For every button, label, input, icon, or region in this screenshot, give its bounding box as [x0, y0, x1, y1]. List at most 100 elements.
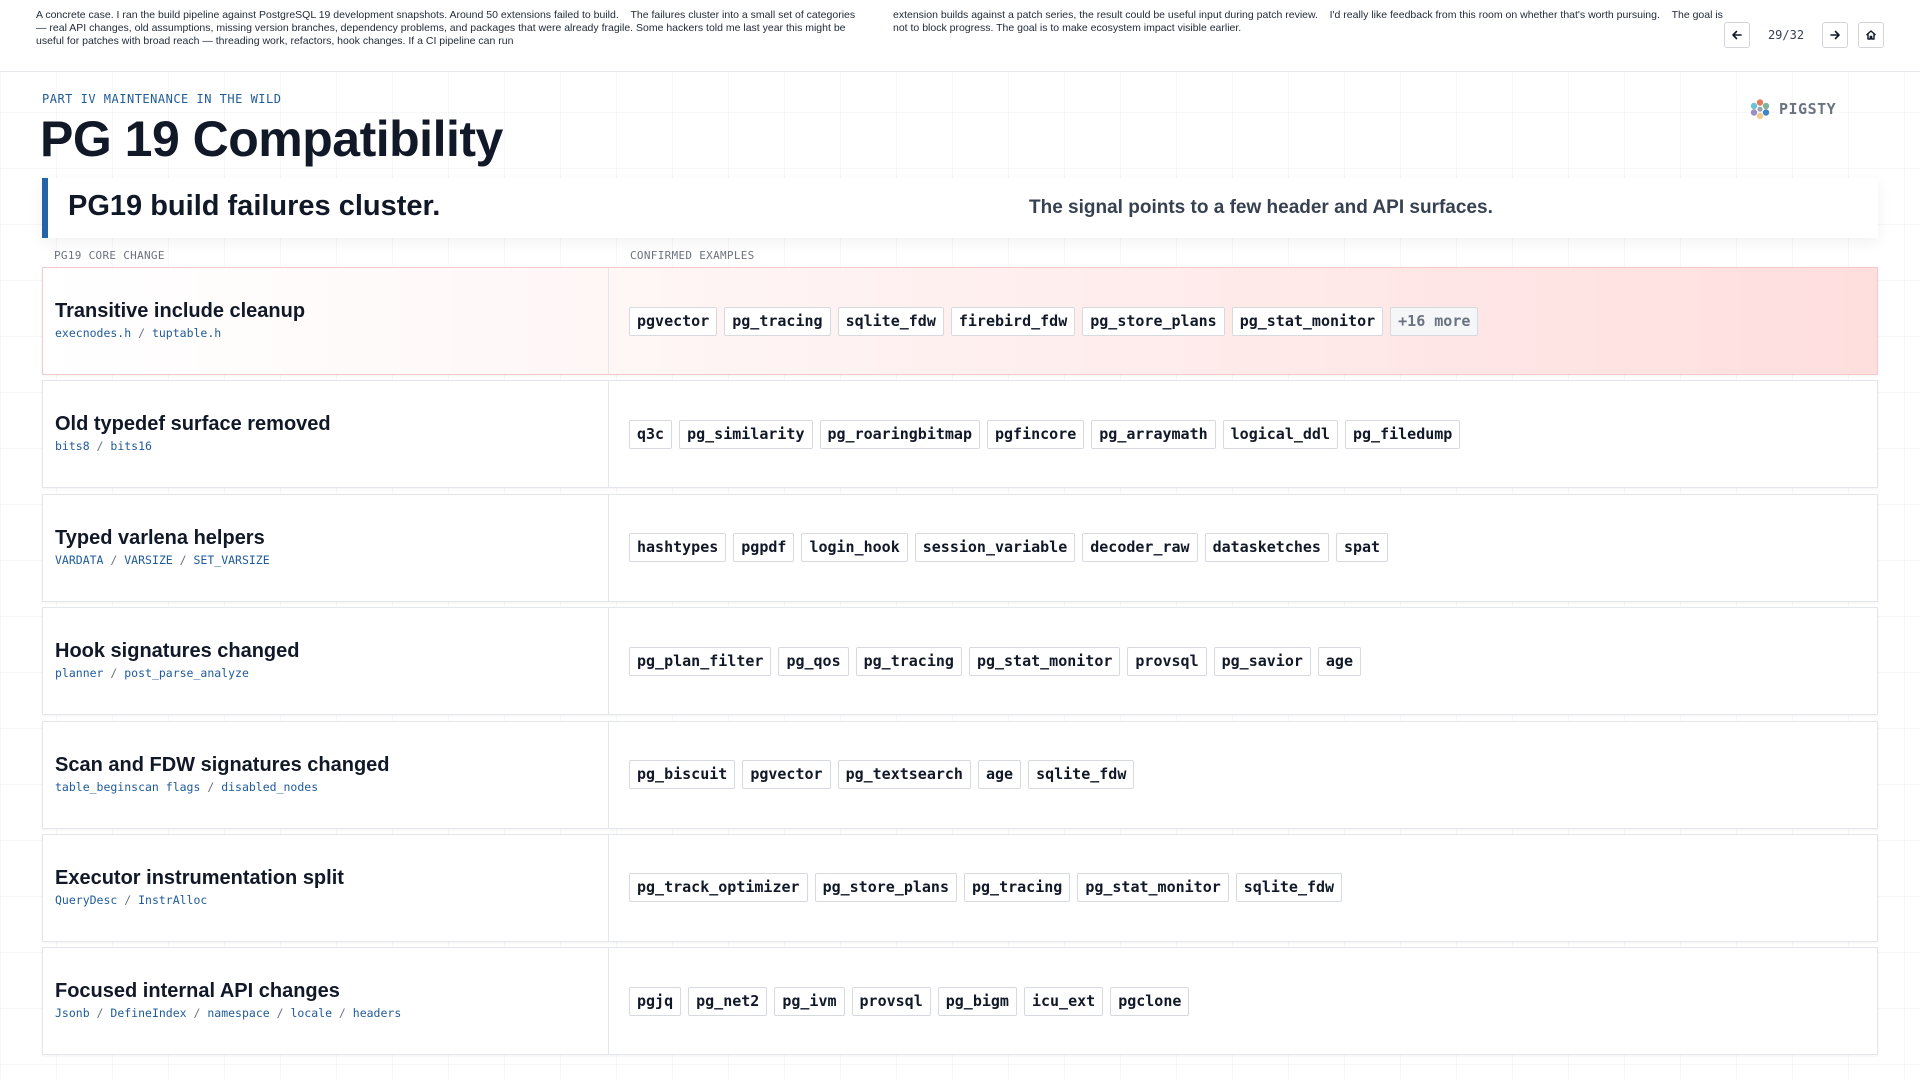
table-row: Hook signatures changed planner / post_pa… — [42, 607, 1878, 716]
prev-slide-button[interactable] — [1724, 22, 1750, 48]
core-change-title: Focused internal API changes — [55, 980, 340, 1003]
extension-chip: sqlite_fdw — [1028, 760, 1135, 790]
home-icon — [1866, 30, 1876, 40]
core-change-symbols: table_beginscan flags / disabled_nodes — [55, 780, 318, 794]
extension-chip: hashtypes — [629, 533, 727, 563]
column-header-core-change: PG19 CORE CHANGE — [54, 249, 165, 262]
symbol-separator: / — [131, 326, 152, 340]
table-row: Focused internal API changes Jsonb / Defi… — [42, 947, 1878, 1056]
extension-chip: sqlite_fdw — [1235, 873, 1343, 903]
extension-chip: pg_track_optimizer — [629, 873, 808, 903]
core-change-symbols: Jsonb / DefineIndex / namespace / locale… — [55, 1006, 401, 1020]
extension-chip: provsql — [1127, 646, 1207, 676]
symbol-separator: / — [186, 1006, 208, 1021]
symbol-name: headers — [352, 1006, 402, 1021]
core-change-title: Transitive include cleanup — [55, 300, 306, 322]
extension-chip: pg_net2 — [688, 986, 768, 1016]
extension-chip: provsql — [851, 986, 931, 1016]
extension-chip: pg_textsearch — [837, 760, 971, 790]
symbol-separator: / — [332, 1006, 353, 1021]
symbol-name: VARSIZE — [124, 552, 173, 567]
extension-chip: pg_ivm — [774, 986, 845, 1016]
extension-chip: pgvector — [629, 306, 718, 336]
symbol-separator: / — [89, 1006, 111, 1021]
examples-cell: hashtypes pgpdf login_hook session_variable… — [629, 495, 1865, 601]
next-slide-button[interactable] — [1822, 22, 1848, 48]
core-change-title: Executor instrumentation split — [55, 866, 344, 889]
core-change-title: Old typedef surface removed — [55, 413, 331, 436]
brand: PIGSTY — [1749, 98, 1836, 120]
extension-chip: pg_stat_monitor — [1231, 306, 1384, 336]
more-extensions-chip[interactable]: +16 more — [1390, 306, 1479, 336]
extension-chip: pgfincore — [987, 419, 1085, 449]
core-change-symbols: execnodes.h / tuptable.h — [55, 326, 221, 340]
examples-cell: pgjq pg_net2 pg_ivm provsql pg_bigm icu_ext pg… — [629, 948, 1865, 1054]
table-row: Typed varlena helpers VARDATA / VARSIZE /… — [42, 493, 1878, 602]
examples-cell: pg_track_optimizer pg_store_plans pg_traci… — [629, 835, 1865, 941]
banner-headline: PG19 build failures cluster. — [68, 190, 441, 222]
extension-chip: session_variable — [914, 533, 1076, 563]
symbol-name: bits16 — [110, 439, 152, 454]
pigsty-logo-icon — [1750, 99, 1770, 120]
symbol-name: tuptable.h — [151, 326, 222, 340]
symbol-name: post_parse_analyze — [124, 666, 249, 681]
core-change-cell: Transitive include cleanup execnodes.h / … — [43, 268, 609, 374]
extension-chip: pgjq — [629, 986, 682, 1016]
table-row: Scan and FDW signatures changed table_beg… — [42, 720, 1878, 829]
symbol-name: namespace — [207, 1006, 270, 1021]
examples-cell: pg_plan_filter pg_qos pg_tracing pg_stat_mo… — [629, 608, 1865, 714]
symbol-name: QueryDesc — [55, 892, 118, 907]
symbol-name: VARDATA — [55, 552, 104, 567]
symbol-name: SET_VARSIZE — [193, 552, 270, 567]
extension-chip: decoder_raw — [1082, 533, 1198, 563]
home-button[interactable] — [1858, 22, 1884, 48]
extension-chip: pg_arraymath — [1091, 419, 1216, 449]
brand-name: PIGSTY — [1779, 100, 1837, 118]
extension-chip: pg_store_plans — [1082, 306, 1225, 336]
banner-subline: The signal points to a few header and AP… — [1029, 197, 1493, 218]
symbol-name: execnodes.h — [55, 326, 132, 340]
symbol-separator: / — [200, 779, 222, 794]
symbol-name: table_beginscan flags — [55, 779, 201, 794]
extension-chip: pgpdf — [733, 533, 795, 563]
symbol-name: DefineIndex — [110, 1006, 187, 1021]
extension-chip: pg_biscuit — [629, 760, 736, 790]
extension-chip: icu_ext — [1023, 986, 1104, 1016]
core-change-title: Scan and FDW signatures changed — [55, 753, 390, 776]
core-change-symbols: planner / post_parse_analyze — [55, 666, 249, 680]
core-change-symbols: VARDATA / VARSIZE / SET_VARSIZE — [55, 553, 270, 567]
section-kicker: PART IV MAINTENANCE IN THE WILD — [42, 92, 282, 106]
table-row: Transitive include cleanup execnodes.h / … — [42, 267, 1878, 375]
symbol-name: disabled_nodes — [221, 779, 319, 794]
core-change-title: Hook signatures changed — [55, 640, 300, 663]
note-paragraph: A concrete case. I ran the build pipelin… — [36, 9, 619, 21]
core-change-cell: Typed varlena helpers VARDATA / VARSIZE /… — [43, 494, 609, 601]
extension-chip: pgclone — [1110, 986, 1190, 1016]
note-paragraph: I'd really like feedback from this room … — [1329, 9, 1660, 21]
symbol-separator: / — [269, 1006, 291, 1021]
extension-chip: sqlite_fdw — [837, 306, 944, 336]
extension-chip: logical_ddl — [1222, 419, 1338, 449]
extension-chip: pgvector — [742, 760, 831, 790]
examples-cell: pg_biscuit pgvector pg_textsearch age sqlite… — [629, 722, 1865, 828]
page-counter: 29/32 — [1767, 28, 1805, 42]
core-change-title: Typed varlena helpers — [55, 526, 265, 549]
extension-chip: pg_store_plans — [814, 873, 957, 903]
examples-cell: q3c pg_similarity pg_roaringbitmap pgfincor… — [629, 381, 1865, 487]
extension-chip: q3c — [629, 419, 673, 449]
table-row: Old typedef surface removed bits8 / bits1… — [42, 380, 1878, 489]
extension-chip: pg_bigm — [937, 986, 1017, 1016]
extension-chip: pg_savior — [1213, 646, 1311, 676]
extension-chip: age — [977, 760, 1022, 790]
notes-right: extension builds against a patch series,… — [893, 9, 1723, 35]
symbol-name: InstrAlloc — [138, 892, 208, 907]
symbol-name: planner — [55, 666, 104, 681]
extension-chip: age — [1317, 646, 1361, 676]
core-change-cell: Scan and FDW signatures changed table_beg… — [43, 721, 609, 828]
presenter-notes-bar: A concrete case. I ran the build pipelin… — [0, 0, 1920, 72]
note-paragraph: extension builds against a patch series,… — [893, 9, 1318, 21]
arrow-left-icon — [1732, 30, 1742, 40]
extension-chip: firebird_fdw — [950, 306, 1076, 336]
symbol-name: Jsonb — [55, 1006, 90, 1021]
column-header-examples: CONFIRMED EXAMPLES — [630, 249, 755, 262]
